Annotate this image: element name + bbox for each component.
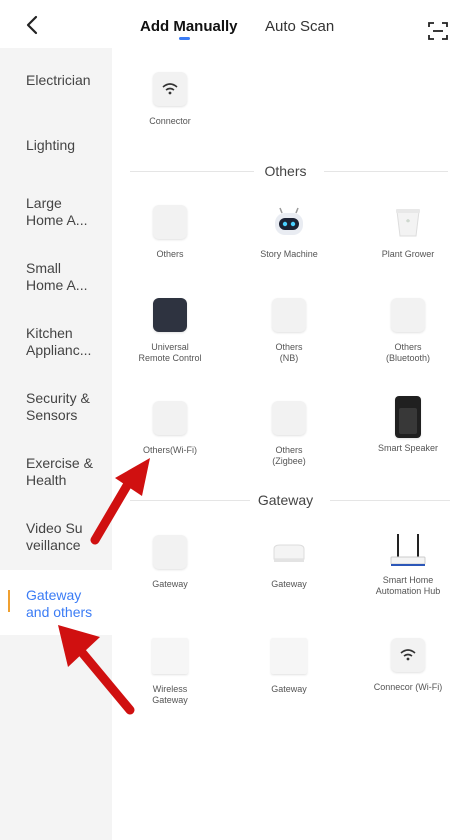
sidebar-item-label: Small Home A... [26, 260, 88, 293]
device-name: Connecor (Wi-Fi) [373, 682, 443, 692]
device-name: Others (NB) [275, 342, 303, 363]
device-others-zigbee[interactable]: Others (Zigbee) [231, 401, 347, 467]
device-name: Universal Remote Control [138, 342, 202, 363]
device-name: Others (Zigbee) [272, 445, 306, 466]
device-content-area: Connector Others Others Story Machine Pl… [112, 48, 459, 840]
sidebar-item-small-home-appliances[interactable]: Small Home A... [0, 243, 112, 308]
tab-add-manually[interactable]: Add Manually [140, 18, 238, 35]
wifi-icon [153, 72, 187, 106]
device-name: Others (Bluetooth) [385, 342, 431, 363]
device-connector[interactable]: Connector [112, 72, 228, 127]
device-universal-remote-control[interactable]: Universal Remote Control [112, 298, 228, 364]
device-name: Wireless Gateway [152, 684, 188, 705]
sidebar-item-label: Security & Sensors [26, 390, 90, 423]
plant-pot-icon [391, 205, 425, 239]
tall-box-icon [152, 638, 188, 674]
sidebar-item-label: Video Su veillance [26, 520, 83, 553]
sidebar-item-lighting[interactable]: Lighting [0, 113, 112, 178]
white-square-icon [391, 298, 425, 332]
device-name: Plant Grower [381, 249, 435, 259]
active-tab-indicator [179, 37, 190, 40]
device-name: Others(Wi-Fi) [143, 445, 197, 455]
sidebar-item-label: Kitchen Applianc... [26, 325, 92, 358]
sidebar-item-gateway-and-others[interactable]: Gateway and others [0, 570, 112, 635]
robot-icon [272, 205, 306, 239]
sidebar-item-label: Exercise & Health [26, 455, 93, 488]
device-name: Story Machine [260, 249, 318, 259]
back-arrow-icon[interactable] [22, 14, 44, 36]
device-others-nb[interactable]: Others (NB) [231, 298, 347, 364]
device-plant-grower[interactable]: Plant Grower [350, 205, 459, 260]
device-smart-home-automation-hub[interactable]: Smart Home Automation Hub [350, 531, 459, 597]
category-sidebar: Electrician Lighting Large Home A... Sma… [0, 48, 112, 840]
device-others[interactable]: Others [112, 205, 228, 260]
section-title-gateway: Gateway [112, 490, 459, 510]
device-story-machine[interactable]: Story Machine [231, 205, 347, 260]
sidebar-item-large-home-appliances[interactable]: Large Home A... [0, 178, 112, 243]
sidebar-item-video-surveillance[interactable]: Video Su veillance [0, 503, 112, 568]
device-wireless-gateway[interactable]: Wireless Gateway [112, 638, 228, 706]
sidebar-item-label: Large Home A... [26, 195, 88, 228]
white-square-icon [153, 401, 187, 435]
device-smart-speaker[interactable]: Smart Speaker [350, 396, 459, 454]
speaker-icon [395, 396, 421, 438]
device-gateway-2[interactable]: Gateway [231, 638, 347, 695]
scan-icon[interactable] [427, 20, 449, 42]
device-name: Gateway [271, 684, 307, 694]
wifi-icon [391, 638, 425, 672]
dark-square-icon [153, 298, 187, 332]
device-name: Smart Speaker [377, 443, 439, 453]
device-name: Connector [149, 116, 191, 126]
divider [324, 171, 448, 172]
sidebar-item-electrician[interactable]: Electrician [0, 48, 112, 113]
white-square-icon [272, 401, 306, 435]
white-square-icon [153, 205, 187, 239]
device-name: Gateway [271, 579, 307, 589]
sidebar-item-label: Gateway and others [26, 587, 93, 620]
device-others-bluetooth[interactable]: Others (Bluetooth) [350, 298, 459, 364]
tall-box-icon [271, 638, 307, 674]
sidebar-item-kitchen-appliances[interactable]: Kitchen Applianc... [0, 308, 112, 373]
white-square-icon [272, 298, 306, 332]
device-gateway[interactable]: Gateway [112, 535, 228, 590]
sidebar-item-security-sensors[interactable]: Security & Sensors [0, 373, 112, 438]
sidebar-item-exercise-health[interactable]: Exercise & Health [0, 438, 112, 503]
header-bar: Add Manually Auto Scan [0, 0, 459, 48]
sidebar-item-label: Electrician [26, 72, 91, 88]
sidebar-item-label: Lighting [26, 137, 76, 153]
tab-auto-scan[interactable]: Auto Scan [265, 18, 334, 35]
device-name: Others [156, 249, 184, 259]
router-icon [388, 531, 428, 569]
section-title-others: Others [112, 161, 459, 181]
gateway-box-icon [272, 535, 306, 569]
device-others-wifi[interactable]: Others(Wi-Fi) [112, 401, 228, 456]
device-name: Gateway [152, 579, 188, 589]
white-square-icon [153, 535, 187, 569]
device-name: Smart Home Automation Hub [375, 575, 441, 596]
device-gateway-box[interactable]: Gateway [231, 535, 347, 590]
divider [330, 500, 450, 501]
device-connecor-wifi[interactable]: Connecor (Wi-Fi) [350, 638, 459, 693]
selected-indicator [8, 590, 10, 612]
